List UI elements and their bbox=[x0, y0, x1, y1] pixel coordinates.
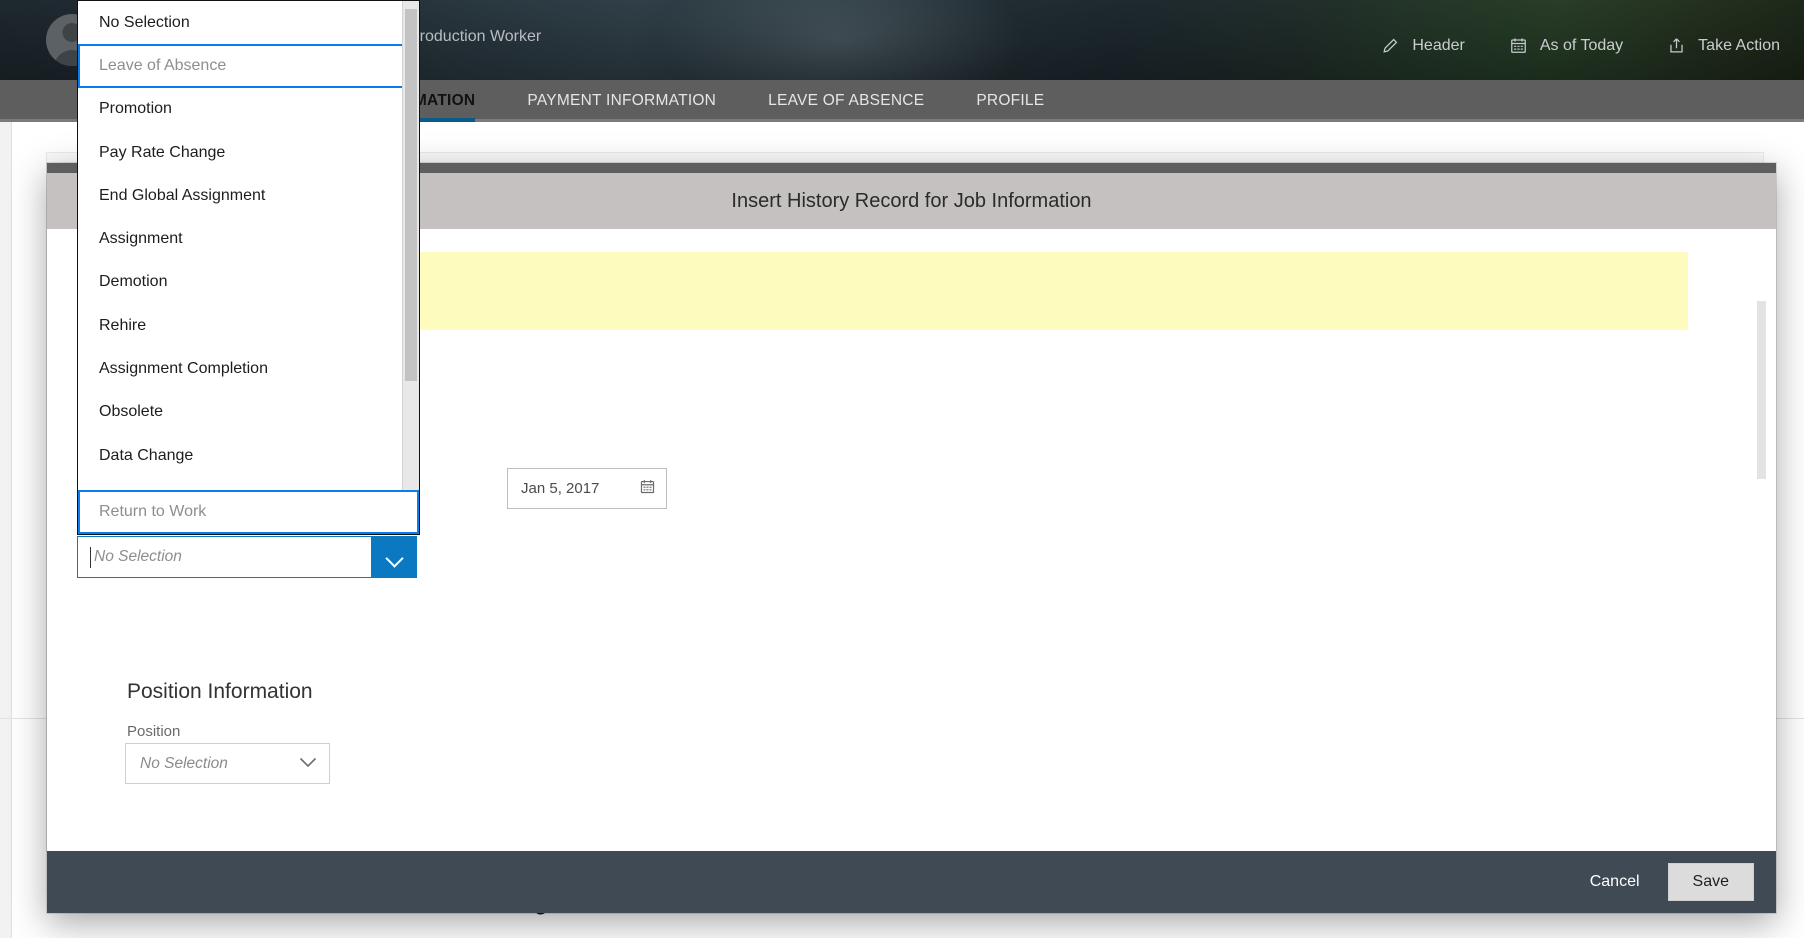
header-action-take-action[interactable]: Take Action bbox=[1667, 36, 1780, 55]
left-rail bbox=[0, 122, 12, 938]
header-action-as-of-today[interactable]: As of Today bbox=[1509, 36, 1623, 55]
tab-label: LEAVE OF ABSENCE bbox=[768, 92, 925, 109]
pencil-icon bbox=[1381, 36, 1400, 55]
dropdown-option-label: Assignment bbox=[99, 230, 183, 248]
employee-role-label: Production Worker bbox=[409, 28, 542, 45]
dropdown-option-label: Demotion bbox=[99, 273, 168, 291]
header-action-take-action-label: Take Action bbox=[1698, 36, 1780, 54]
dropdown-scrollbar[interactable] bbox=[402, 1, 419, 490]
dropdown-option-label: Obsolete bbox=[99, 403, 164, 421]
dropdown-option-leave-of-absence[interactable]: Leave of Absence bbox=[78, 44, 419, 88]
dropdown-option-pay-rate-change[interactable]: Pay Rate Change bbox=[78, 131, 419, 174]
chevron-down-icon bbox=[299, 755, 317, 773]
tab-payment-information[interactable]: PAYMENT INFORMATION bbox=[527, 80, 716, 122]
dropdown-option-no-selection[interactable]: No Selection bbox=[78, 1, 419, 44]
dropdown-option-label: Data Change bbox=[99, 446, 194, 464]
position-select[interactable]: No Selection bbox=[125, 743, 330, 784]
effective-date-field[interactable]: Jan 5, 2017 bbox=[507, 468, 667, 509]
dropdown-option-label: Assignment Completion bbox=[99, 360, 268, 378]
tab-profile[interactable]: PROFILE bbox=[976, 80, 1044, 122]
dropdown-option-data-change[interactable]: Data Change bbox=[78, 434, 419, 477]
position-field-label: Position bbox=[127, 723, 181, 740]
event-combobox-value: No Selection bbox=[94, 548, 182, 565]
tab-label: PAYMENT INFORMATION bbox=[527, 92, 717, 109]
event-combobox-input[interactable]: No Selection bbox=[77, 536, 371, 578]
tab-label: PROFILE bbox=[976, 92, 1045, 109]
dialog-title: Insert History Record for Job Informatio… bbox=[731, 189, 1092, 212]
header-actions: Header As of Today Take Action bbox=[1381, 36, 1780, 55]
dropdown-option-label: Return to Work bbox=[99, 503, 207, 520]
calendar-icon[interactable] bbox=[639, 478, 656, 500]
dropdown-option-label: Pay Rate Change bbox=[99, 143, 226, 161]
header-action-header-label: Header bbox=[1412, 36, 1465, 54]
application-root: Production Worker Header As of Today Tak… bbox=[0, 0, 1804, 938]
dropdown-option-demotion[interactable]: Demotion bbox=[78, 261, 419, 304]
dropdown-option-promotion[interactable]: Promotion bbox=[78, 88, 419, 131]
chevron-down-icon bbox=[386, 552, 402, 562]
text-caret bbox=[90, 547, 91, 568]
header-action-header[interactable]: Header bbox=[1381, 36, 1465, 55]
dropdown-option-assignment-completion[interactable]: Assignment Completion bbox=[78, 347, 419, 390]
position-select-value: No Selection bbox=[140, 754, 228, 772]
position-information-heading: Position Information bbox=[127, 680, 313, 703]
cancel-button[interactable]: Cancel bbox=[1580, 864, 1650, 900]
dropdown-scrollbar-thumb[interactable] bbox=[405, 9, 417, 381]
dropdown-option-rehire[interactable]: Rehire bbox=[78, 304, 419, 347]
save-button[interactable]: Save bbox=[1667, 863, 1754, 901]
header-action-as-of-today-label: As of Today bbox=[1539, 36, 1624, 54]
dropdown-option-end-global-assignment[interactable]: End Global Assignment bbox=[78, 174, 419, 217]
dropdown-option-label: Promotion bbox=[99, 100, 172, 118]
dropdown-option-assignment[interactable]: Assignment bbox=[78, 217, 419, 260]
dropdown-option-label: No Selection bbox=[99, 13, 190, 31]
dropdown-option-label: Leave of Absence bbox=[99, 56, 227, 74]
dropdown-option-label: Rehire bbox=[99, 316, 147, 334]
tab-leave-of-absence[interactable]: LEAVE OF ABSENCE bbox=[768, 80, 924, 122]
dialog-scrollbar-thumb[interactable] bbox=[1757, 301, 1766, 479]
dialog-footer: Cancel Save bbox=[47, 851, 1776, 913]
dropdown-option-label: End Global Assignment bbox=[99, 186, 266, 204]
event-dropdown-options[interactable]: No Selection Leave of Absence Promotion Pay… bbox=[78, 1, 419, 490]
calendar-icon bbox=[1509, 36, 1528, 55]
share-upload-icon bbox=[1667, 36, 1686, 55]
dropdown-option-return-to-work[interactable]: Return to Work bbox=[78, 490, 419, 534]
effective-date-value: Jan 5, 2017 bbox=[521, 480, 600, 497]
event-dropdown-list: No Selection Leave of Absence Promotion Pay… bbox=[77, 0, 420, 535]
event-combobox-toggle-button[interactable] bbox=[371, 536, 417, 578]
dropdown-option-obsolete[interactable]: Obsolete bbox=[78, 391, 419, 434]
event-combobox[interactable]: No Selection bbox=[77, 536, 417, 578]
